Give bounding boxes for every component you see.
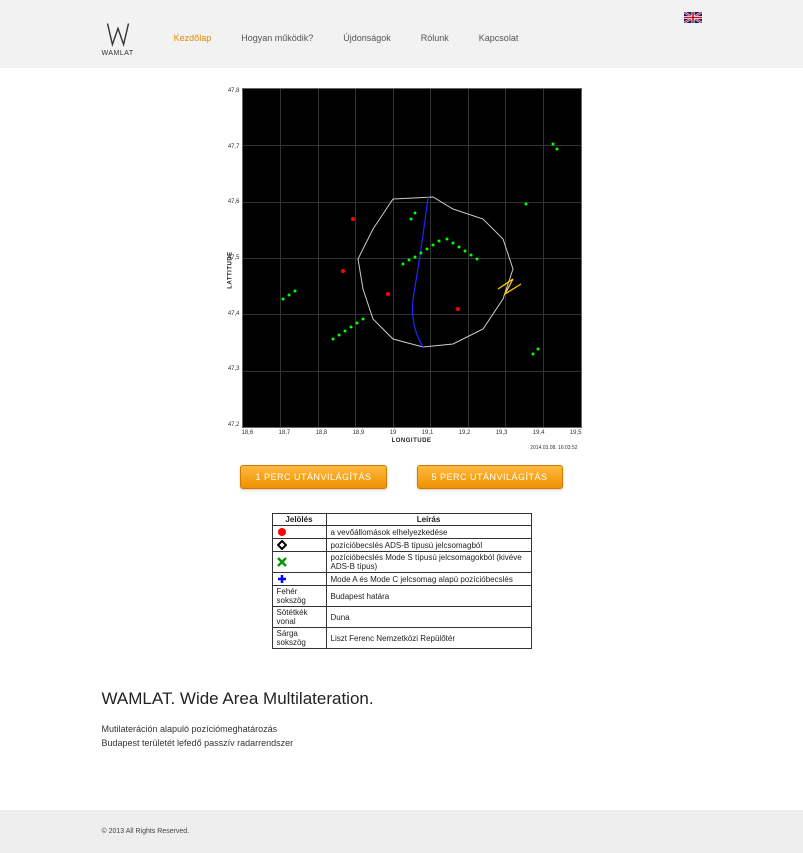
uk-flag-icon[interactable] xyxy=(684,12,702,23)
afterglow-5min-button[interactable]: 5 PERC UTÁNVILÁGÍTÁS xyxy=(417,465,563,489)
nav: Kezdőlap Hogyan működik? Újdonságok Rólu… xyxy=(174,33,519,43)
nav-contact[interactable]: Kapcsolat xyxy=(479,33,519,43)
table-row: Sötétkék vonal Duna xyxy=(272,607,531,628)
legend-header-desc: Leírás xyxy=(326,514,531,526)
footer: © 2013 All Rights Reserved. xyxy=(0,810,803,853)
logo-icon xyxy=(104,20,132,48)
table-row: Sárga sokszög Liszt Ferenc Nemzetközi Re… xyxy=(272,628,531,649)
plot-overlay-icon xyxy=(243,89,583,429)
footer-text: © 2013 All Rights Reserved. xyxy=(102,828,702,835)
main: LATTITUDE 47,8 47,7 47,6 47,5 47,4 47,3 … xyxy=(0,68,803,810)
afterglow-1min-button[interactable]: 1 PERC UTÁNVILÁGÍTÁS xyxy=(240,465,386,489)
header: WAMLAT Kezdőlap Hogyan működik? Újdonság… xyxy=(0,0,803,68)
green-x-icon xyxy=(277,557,287,567)
chart: LATTITUDE 47,8 47,7 47,6 47,5 47,4 47,3 … xyxy=(102,88,702,649)
table-row: pozícióbecslés ADS-B típusú jelcsomagból xyxy=(272,539,531,552)
nav-about[interactable]: Rólunk xyxy=(421,33,449,43)
legend-table: Jelölés Leírás a vevőállomások elhelyezk… xyxy=(272,513,532,649)
nav-news[interactable]: Újdonságok xyxy=(343,33,391,43)
table-row: Mode A és Mode C jelcsomag alapú pozíció… xyxy=(272,573,531,586)
button-row: 1 PERC UTÁNVILÁGÍTÁS 5 PERC UTÁNVILÁGÍTÁ… xyxy=(240,465,562,489)
x-axis-label: LONGITUDE xyxy=(242,438,582,444)
red-dot-icon xyxy=(277,527,287,537)
table-row: Fehér sokszög Budapest határa xyxy=(272,586,531,607)
nav-how[interactable]: Hogyan működik? xyxy=(241,33,313,43)
blue-plus-icon xyxy=(277,574,287,584)
legend-header-symbol: Jelölés xyxy=(272,514,326,526)
table-row: pozícióbecslés Mode S típusú jelcsomagok… xyxy=(272,552,531,573)
nav-home[interactable]: Kezdőlap xyxy=(174,33,212,43)
plot-area xyxy=(242,88,582,428)
x-ticks: 18,618,718,818,91919,119,219,319,419,5 xyxy=(242,430,582,436)
diamond-icon xyxy=(277,540,287,550)
table-row: a vevőállomások elhelyezkedése xyxy=(272,526,531,539)
page-title: WAMLAT. Wide Area Multilateration. xyxy=(102,689,702,709)
y-ticks: 47,8 47,7 47,6 47,5 47,4 47,3 47,2 xyxy=(226,88,240,428)
chart-timestamp: 2014.03.08. 16:03:52 xyxy=(242,445,578,451)
logo[interactable]: WAMLAT xyxy=(102,20,134,57)
logo-text: WAMLAT xyxy=(102,50,134,57)
intro-text: Mutilateráción alapuló pozíciómeghatároz… xyxy=(102,723,702,750)
